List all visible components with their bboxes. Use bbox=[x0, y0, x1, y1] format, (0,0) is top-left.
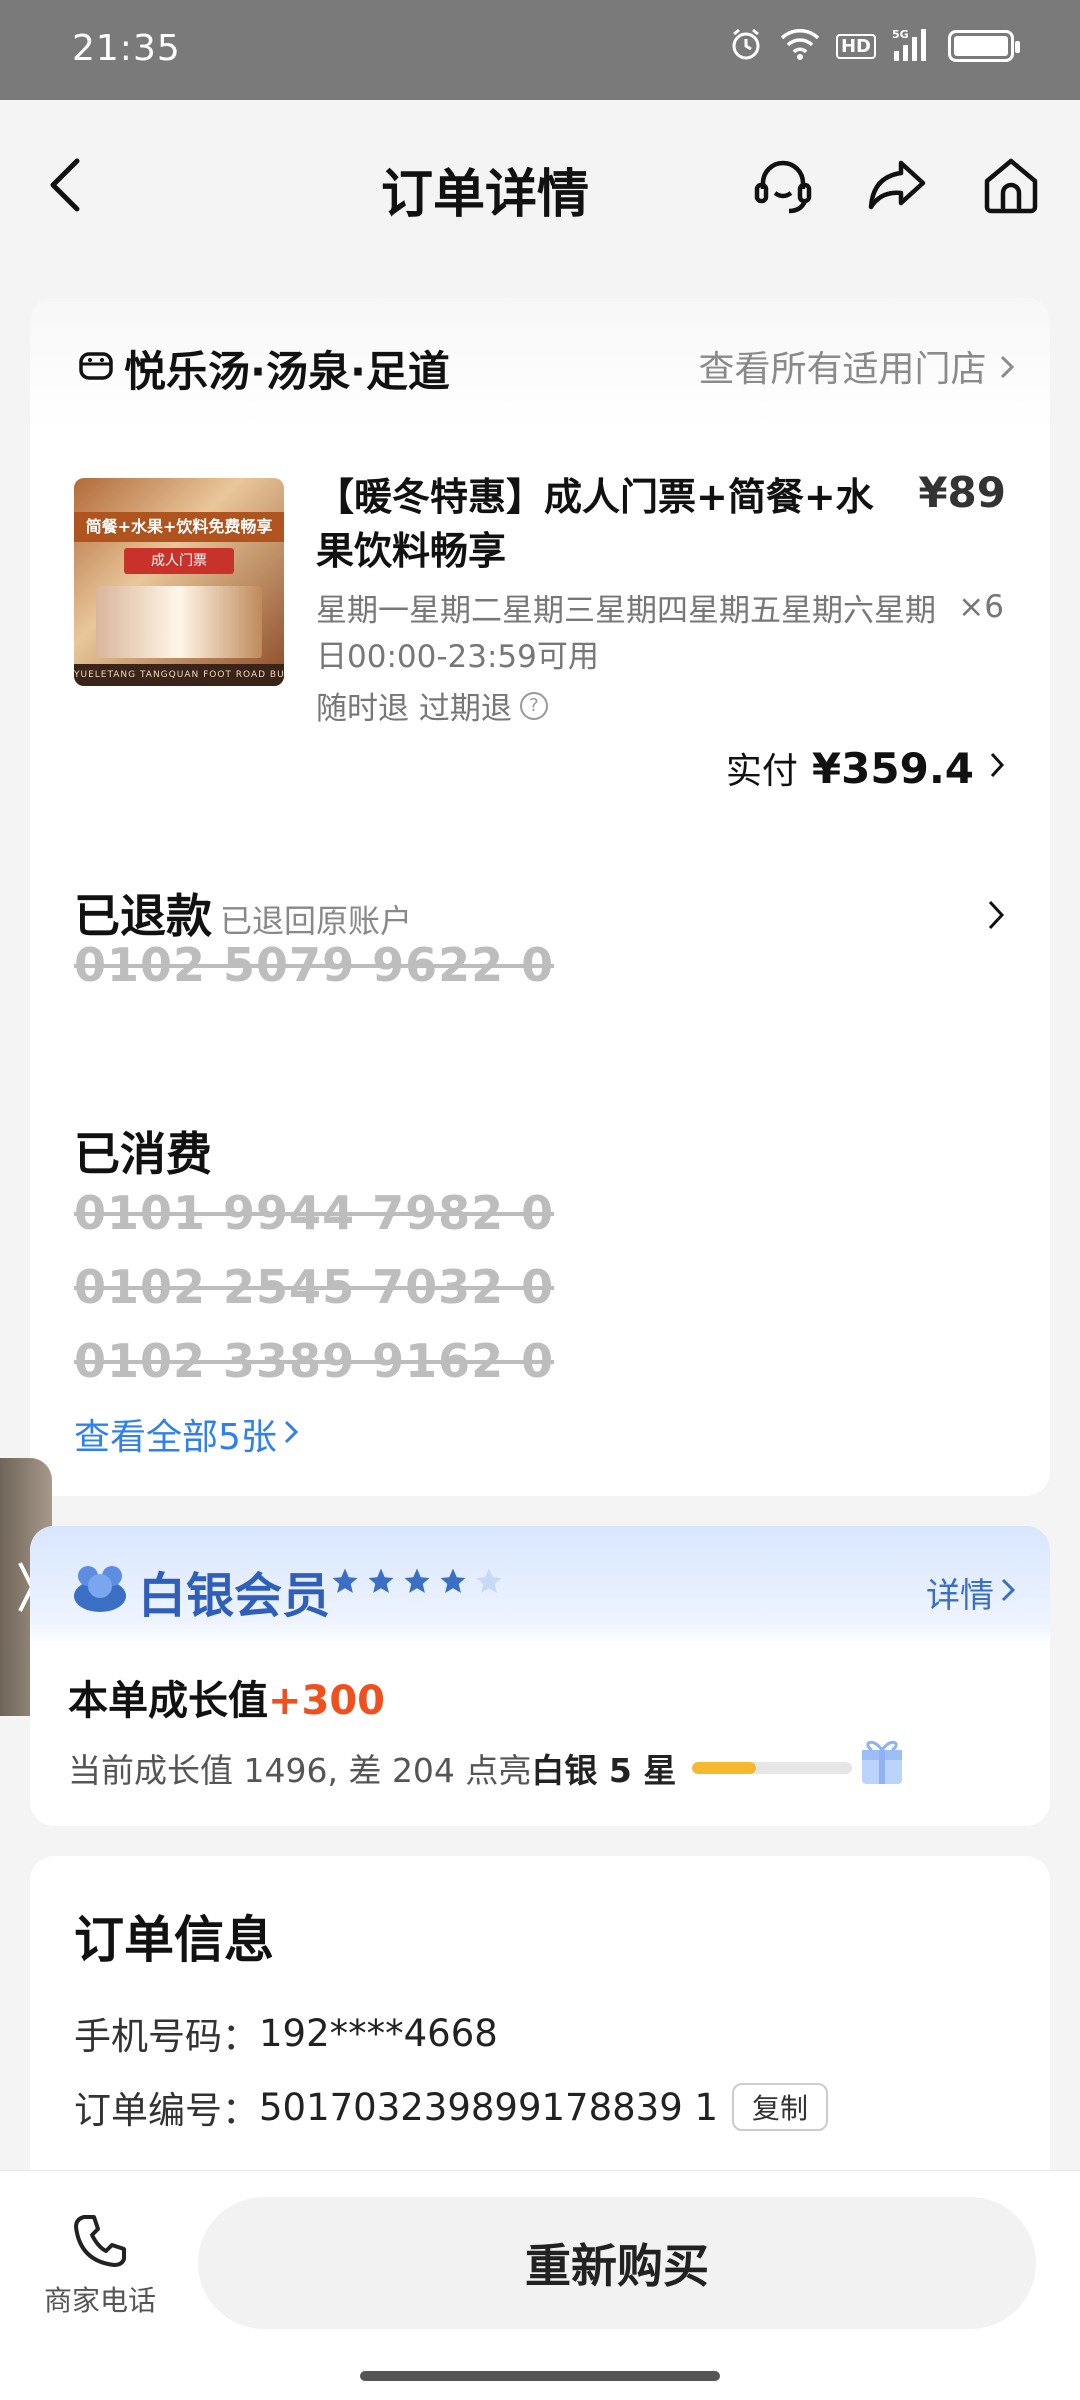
nav-bar: 订单详情 bbox=[0, 100, 1080, 270]
chevron-right-icon bbox=[1000, 1573, 1016, 1613]
wifi-icon bbox=[780, 28, 820, 64]
product-image-footer: YUELETANG TANGQUAN FOOT ROAD BUFFET bbox=[74, 664, 284, 686]
growth-desc-target: 白银 5 星 bbox=[531, 1751, 677, 1790]
all-stores-link[interactable]: 查看所有适用门店 bbox=[699, 340, 1016, 392]
growth-desc-prefix: 当前成长值 1496, 差 204 点亮 bbox=[68, 1751, 532, 1790]
view-all-vouchers-link[interactable]: 查看全部5张 bbox=[74, 1408, 299, 1460]
cellular-signal-icon: 5G bbox=[892, 27, 932, 65]
home-button[interactable] bbox=[976, 150, 1046, 220]
voucher-code: 0102 2545 7032 0 bbox=[74, 1260, 555, 1314]
paid-amount: ¥359.4 bbox=[811, 743, 974, 793]
growth-label: 本单成长值 bbox=[68, 1678, 268, 1724]
shop-icon bbox=[78, 346, 114, 386]
member-card: 白银会员 详情 本单成长值+300 当前成长值 1496, 差 204 点亮白银… bbox=[30, 1526, 1050, 1826]
shop-name: 悦乐汤·汤泉·足道 bbox=[124, 347, 450, 396]
status-bar: 21:35 HD 5G bbox=[0, 0, 1080, 100]
star-filled-icon bbox=[332, 1568, 358, 1593]
shop-row[interactable]: 悦乐汤·汤泉·足道 查看所有适用门店 bbox=[30, 298, 1050, 428]
product-image[interactable]: 简餐+水果+饮料免费畅享 成人门票 YUELETANG TANGQUAN FOO… bbox=[74, 478, 284, 686]
customer-service-button[interactable] bbox=[748, 150, 818, 220]
order-number-label: 订单编号： bbox=[74, 2089, 259, 2132]
refunded-section[interactable]: 已退款 已退回原账户 bbox=[74, 880, 412, 946]
battery-icon bbox=[948, 30, 1020, 62]
merchant-phone-label: 商家电话 bbox=[43, 2284, 156, 2317]
product-price: ¥89 bbox=[918, 468, 1006, 517]
product-title[interactable]: 【暖冬特惠】成人门票+简餐+水果饮料畅享 bbox=[316, 470, 896, 578]
rebuy-button[interactable]: 重新购买 bbox=[198, 2197, 1036, 2329]
chevron-right-icon bbox=[283, 1414, 299, 1455]
page-title: 订单详情 bbox=[380, 165, 589, 225]
growth-plus: +300 bbox=[268, 1678, 386, 1724]
copy-button[interactable]: 复制 bbox=[732, 2083, 829, 2131]
member-detail-label: 详情 bbox=[926, 1576, 994, 1616]
member-level: 白银会员 bbox=[138, 1568, 331, 1624]
growth-progress-fill bbox=[692, 1762, 756, 1774]
phone-value: 192****4668 bbox=[259, 2011, 498, 2055]
phone-icon bbox=[74, 2215, 126, 2267]
refund-policy[interactable]: 随时退 过期退 ? bbox=[316, 683, 548, 728]
share-button[interactable] bbox=[862, 150, 932, 220]
consumed-title: 已消费 bbox=[74, 1127, 212, 1181]
home-indicator[interactable] bbox=[360, 2371, 720, 2381]
product-image-tag: 成人门票 bbox=[124, 548, 234, 574]
star-filled-icon bbox=[368, 1568, 394, 1593]
refund-policy-text: 随时退 过期退 bbox=[316, 691, 512, 727]
phone-row: 手机号码： 192****4668 bbox=[74, 2006, 498, 2060]
refunded-title: 已退款 bbox=[74, 889, 212, 943]
paid-label: 实付 bbox=[725, 751, 798, 792]
merchant-phone-button[interactable]: 商家电话 bbox=[30, 2211, 170, 2319]
product-quantity: ×6 bbox=[958, 589, 1004, 625]
chevron-right-icon bbox=[998, 349, 1016, 390]
order-number-value: 501703239899178839 1 bbox=[259, 2085, 719, 2129]
all-stores-label: 查看所有适用门店 bbox=[698, 349, 987, 390]
star-filled-icon bbox=[404, 1568, 430, 1593]
chevron-right-icon bbox=[988, 748, 1006, 789]
member-header: 白银会员 详情 bbox=[30, 1526, 1050, 1646]
voucher-code: 0102 5079 9622 0 bbox=[74, 938, 555, 992]
gift-icon[interactable] bbox=[858, 1734, 906, 1790]
member-detail-link[interactable]: 详情 bbox=[926, 1568, 1016, 1617]
product-validity: 星期一星期二星期三星期四星期五星期六星期日00:00-23:59可用 bbox=[316, 593, 936, 675]
alarm-icon bbox=[728, 26, 764, 66]
phone-label: 手机号码： bbox=[74, 2015, 259, 2058]
status-time: 21:35 bbox=[72, 28, 181, 69]
help-icon[interactable]: ? bbox=[519, 691, 548, 720]
product-image-scene bbox=[96, 586, 262, 658]
order-info-title: 订单信息 bbox=[74, 1911, 274, 1969]
voucher-code: 0101 9944 7982 0 bbox=[74, 1186, 555, 1240]
view-all-label: 查看全部5张 bbox=[74, 1417, 277, 1458]
order-number-row: 订单编号： 501703239899178839 1 复制 bbox=[74, 2080, 829, 2134]
svg-text:5G: 5G bbox=[892, 28, 909, 41]
star-filled-icon bbox=[440, 1568, 466, 1593]
growth-progress-bar bbox=[692, 1762, 852, 1774]
product-image-band: 简餐+水果+饮料免费畅享 bbox=[74, 512, 284, 542]
growth-description: 当前成长值 1496, 差 204 点亮白银 5 星 bbox=[68, 1744, 676, 1792]
growth-value: 本单成长值+300 bbox=[68, 1668, 385, 1726]
bottom-action-bar: 商家电话 重新购买 bbox=[0, 2170, 1080, 2400]
star-empty-icon bbox=[476, 1568, 502, 1593]
paid-amount-row[interactable]: 实付 ¥359.4 bbox=[726, 742, 1006, 794]
member-stars bbox=[330, 1566, 504, 1596]
member-badge-icon bbox=[70, 1560, 130, 1620]
refunded-subtitle: 已退回原账户 bbox=[220, 902, 413, 940]
status-icons: HD 5G bbox=[728, 26, 1020, 66]
chevron-right-icon[interactable] bbox=[986, 898, 1006, 936]
hd-badge: HD bbox=[835, 33, 876, 59]
voucher-code: 0102 3389 9162 0 bbox=[74, 1334, 555, 1388]
order-card: 悦乐汤·汤泉·足道 查看所有适用门店 简餐+水果+饮料免费畅享 成人门票 YUE… bbox=[30, 298, 1050, 1496]
